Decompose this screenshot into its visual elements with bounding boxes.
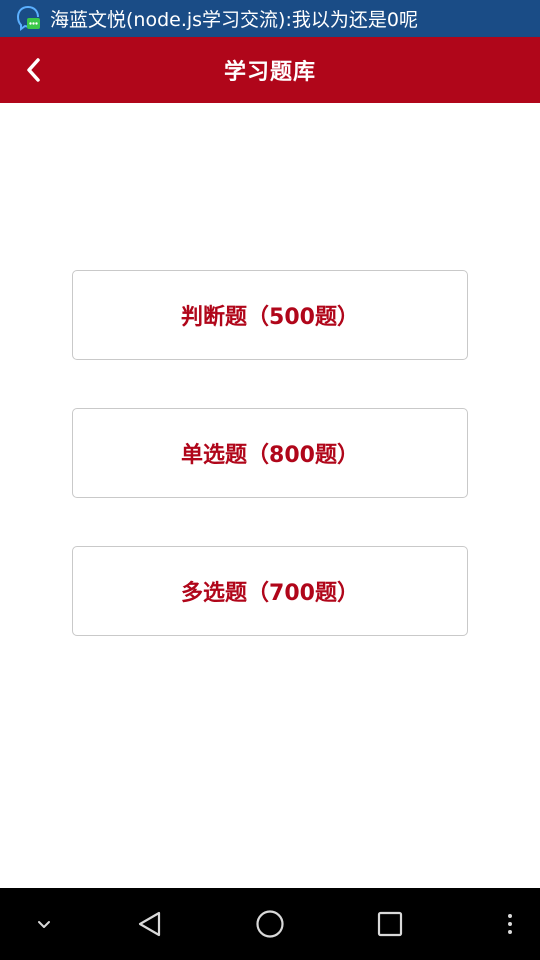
question-bank-list: 判断题（500题） 单选题（800题） 多选题（700题） — [0, 103, 540, 888]
true-false-bank-button[interactable]: 判断题（500题） — [72, 270, 468, 360]
multiple-choice-bank-label: 多选题（700题） — [181, 581, 359, 606]
single-choice-bank-label: 单选题（800题） — [181, 443, 359, 468]
chevron-down-icon[interactable] — [24, 888, 64, 960]
notification-text: 海蓝文悦(node.js学习交流):我以为还是0呢 — [50, 9, 418, 31]
app-bar: 学习题库 — [0, 37, 540, 103]
chat-bubble-icon — [14, 5, 42, 33]
page-title: 学习题库 — [223, 60, 316, 85]
more-vertical-icon[interactable] — [492, 888, 528, 960]
status-bar: 海蓝文悦(node.js学习交流):我以为还是0呢 — [0, 0, 540, 37]
home-circle-icon[interactable] — [246, 888, 294, 960]
back-triangle-icon[interactable] — [126, 888, 174, 960]
single-choice-bank-button[interactable]: 单选题（800题） — [72, 408, 468, 498]
system-nav-bar — [0, 888, 540, 960]
multiple-choice-bank-button[interactable]: 多选题（700题） — [72, 546, 468, 636]
chevron-left-icon — [27, 58, 40, 82]
back-button[interactable] — [14, 50, 54, 90]
recents-square-icon[interactable] — [366, 888, 414, 960]
true-false-bank-label: 判断题（500题） — [181, 305, 359, 330]
